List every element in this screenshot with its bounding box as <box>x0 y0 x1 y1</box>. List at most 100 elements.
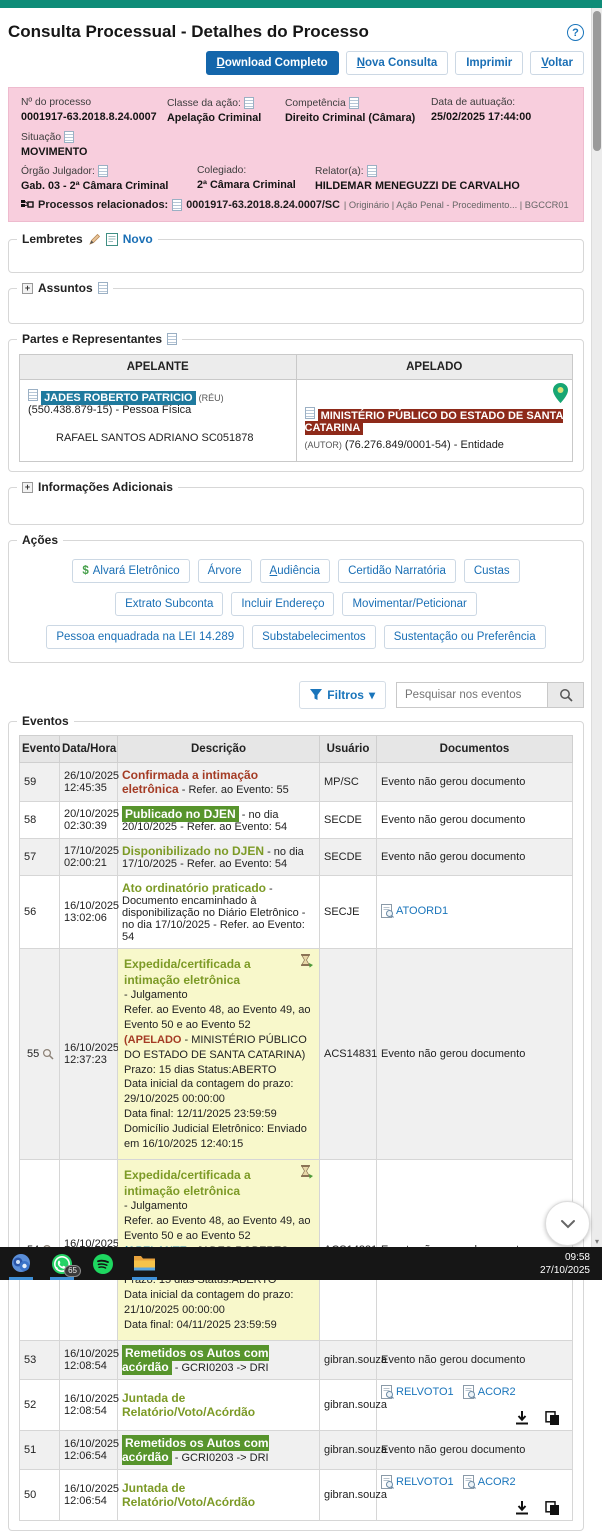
document-link[interactable]: ACOR2 <box>463 1475 516 1489</box>
movimentar-peticionar-button[interactable]: Movimentar/Peticionar <box>342 592 476 616</box>
search-icon <box>559 688 573 702</box>
form-icon[interactable] <box>244 97 254 109</box>
event-datetime: 16/10/2025 12:37:23 <box>60 949 118 1160</box>
document-link[interactable]: RELVOTO1 <box>381 1475 454 1489</box>
app-top-accent-bar <box>0 0 602 8</box>
incluir-endereco-button[interactable]: Incluir Endereço <box>231 592 334 616</box>
event-datetime: 16/10/2025 12:08:54 <box>60 1379 118 1430</box>
form-icon[interactable] <box>172 199 182 211</box>
event-user: gibran.souza <box>320 1469 377 1520</box>
informacoes-expand-button[interactable]: + <box>22 482 33 493</box>
download-icon[interactable] <box>515 1501 529 1515</box>
download-icon[interactable] <box>515 1411 529 1425</box>
map-pin-icon[interactable] <box>553 383 568 403</box>
document-link[interactable]: RELVOTO1 <box>381 1385 454 1399</box>
clock-time: 09:58 <box>540 1251 590 1264</box>
col-header-usuario: Usuário <box>320 736 377 763</box>
chevron-down-icon <box>560 1219 576 1229</box>
form-icon[interactable] <box>167 333 177 345</box>
deadline-hourglass-icon[interactable] <box>300 1165 314 1180</box>
audiencia-button[interactable]: Audiência <box>260 559 331 583</box>
dollar-icon: $ <box>82 565 88 577</box>
copy-icon[interactable] <box>545 1501 560 1515</box>
partes-section: Partes e Representantes APELANTE APELADO… <box>8 339 584 472</box>
event-description: Expedida/certificada a intimação eletrôn… <box>118 949 320 1160</box>
events-search-input[interactable] <box>397 683 547 707</box>
copy-icon[interactable] <box>545 1411 560 1425</box>
pessoa-lei-14289-button[interactable]: Pessoa enquadrada na LEI 14.289 <box>46 625 244 649</box>
event-number: 53 <box>20 1340 60 1379</box>
event-datetime: 16/10/2025 12:06:54 <box>60 1430 118 1469</box>
event-user: gibran.souza <box>320 1340 377 1379</box>
magnifier-icon[interactable] <box>42 1048 54 1060</box>
custas-button[interactable]: Custas <box>464 559 520 583</box>
orgao-julgador-label: Órgão Julgador: <box>21 165 189 177</box>
relator-value: HILDEMAR MENEGUZZI DE CARVALHO <box>315 180 563 192</box>
col-header-documentos: Documentos <box>377 736 573 763</box>
assuntos-label: Assuntos <box>38 281 93 295</box>
taskbar-clock[interactable]: 09:58 27/10/2025 <box>540 1251 594 1277</box>
event-badge: Publicado no DJEN <box>122 806 239 822</box>
event-row-59: 59 26/10/2025 12:45:35 Confirmada a inti… <box>20 763 573 802</box>
orgao-julgador-value: Gab. 03 - 2ª Câmara Criminal <box>21 180 189 192</box>
classe-value: Apelação Criminal <box>167 112 277 124</box>
apelante-document: (550.438.879-15) <box>28 404 112 416</box>
event-number: 50 <box>20 1469 60 1520</box>
download-completo-button[interactable]: Download Completo <box>206 51 339 75</box>
scrollbar-thumb[interactable] <box>593 11 601 151</box>
form-icon[interactable] <box>98 282 108 294</box>
apelado-cell: MINISTÉRIO PÚBLICO DO ESTADO DE SANTA CA… <box>296 380 573 462</box>
filtros-button[interactable]: Filtros ▾ <box>299 681 386 709</box>
event-datetime: 16/10/2025 13:02:06 <box>60 876 118 949</box>
form-icon[interactable] <box>98 165 108 177</box>
processo-relacionado-numero[interactable]: 0001917-63.2018.8.24.0007/SC <box>186 199 340 211</box>
col-header-datahora: Data/Hora <box>60 736 118 763</box>
event-no-document: Evento não gerou documento <box>377 1340 573 1379</box>
form-icon[interactable] <box>305 407 315 419</box>
classe-label: Classe da ação: <box>167 97 277 109</box>
arvore-button[interactable]: Árvore <box>198 559 252 583</box>
apelado-role: (AUTOR) <box>305 440 342 450</box>
imprimir-button[interactable]: Imprimir <box>455 51 523 75</box>
document-preview-icon <box>381 904 394 918</box>
assuntos-expand-button[interactable]: + <box>22 283 33 294</box>
event-datetime: 20/10/2025 02:30:39 <box>60 802 118 839</box>
event-documents: ATOORD1 <box>377 876 573 949</box>
substabelecimentos-button[interactable]: Substabelecimentos <box>252 625 376 649</box>
certidao-narratoria-button[interactable]: Certidão Narratória <box>338 559 456 583</box>
sustentacao-preferencia-button[interactable]: Sustentação ou Preferência <box>384 625 546 649</box>
nova-consulta-button[interactable]: Nova Consulta <box>346 51 449 75</box>
form-icon[interactable] <box>28 389 38 401</box>
taskbar: 65 09:58 27/10/2025 <box>0 1247 602 1280</box>
autuacao-value: 25/02/2025 17:44:00 <box>431 111 563 123</box>
apelante-party-name[interactable]: JADES ROBERTO PATRICIO <box>41 391 196 405</box>
page-scrollbar[interactable]: ▾ <box>591 8 602 1247</box>
event-description: Ato ordinatório praticado - Documento en… <box>118 876 320 949</box>
relator-label: Relator(a): <box>315 165 563 177</box>
taskbar-whatsapp[interactable]: 65 <box>49 1247 75 1280</box>
taskbar-file-explorer[interactable] <box>131 1247 158 1280</box>
deadline-hourglass-icon[interactable] <box>300 954 314 969</box>
apelado-party-name[interactable]: MINISTÉRIO PÚBLICO DO ESTADO DE SANTA CA… <box>305 409 564 435</box>
scrollbar-down-arrow-icon[interactable]: ▾ <box>592 1238 602 1246</box>
event-number: 52 <box>20 1379 60 1430</box>
search-button[interactable] <box>547 683 583 707</box>
apelado-column-header: APELADO <box>296 355 573 380</box>
alvara-eletronico-button[interactable]: $Alvará Eletrônico <box>72 559 189 583</box>
help-icon[interactable]: ? <box>567 24 584 41</box>
event-row-57: 57 17/10/2025 02:00:21 Disponibilizado n… <box>20 839 573 876</box>
extrato-subconta-button[interactable]: Extrato Subconta <box>115 592 223 616</box>
taskbar-app-blue[interactable] <box>8 1247 34 1280</box>
form-icon[interactable] <box>367 165 377 177</box>
voltar-button[interactable]: Voltar <box>530 51 584 75</box>
form-icon[interactable] <box>349 97 359 109</box>
event-user: SECDE <box>320 839 377 876</box>
scroll-to-bottom-button[interactable] <box>545 1201 590 1246</box>
taskbar-spotify[interactable] <box>90 1247 116 1280</box>
events-header-row: Evento Data/Hora Descrição Usuário Docum… <box>20 736 573 763</box>
document-link[interactable]: ATOORD1 <box>381 904 448 918</box>
apelante-column-header: APELANTE <box>20 355 297 380</box>
form-icon[interactable] <box>64 131 74 143</box>
document-link[interactable]: ACOR2 <box>463 1385 516 1399</box>
novo-lembrete-link[interactable]: Novo <box>123 232 153 246</box>
